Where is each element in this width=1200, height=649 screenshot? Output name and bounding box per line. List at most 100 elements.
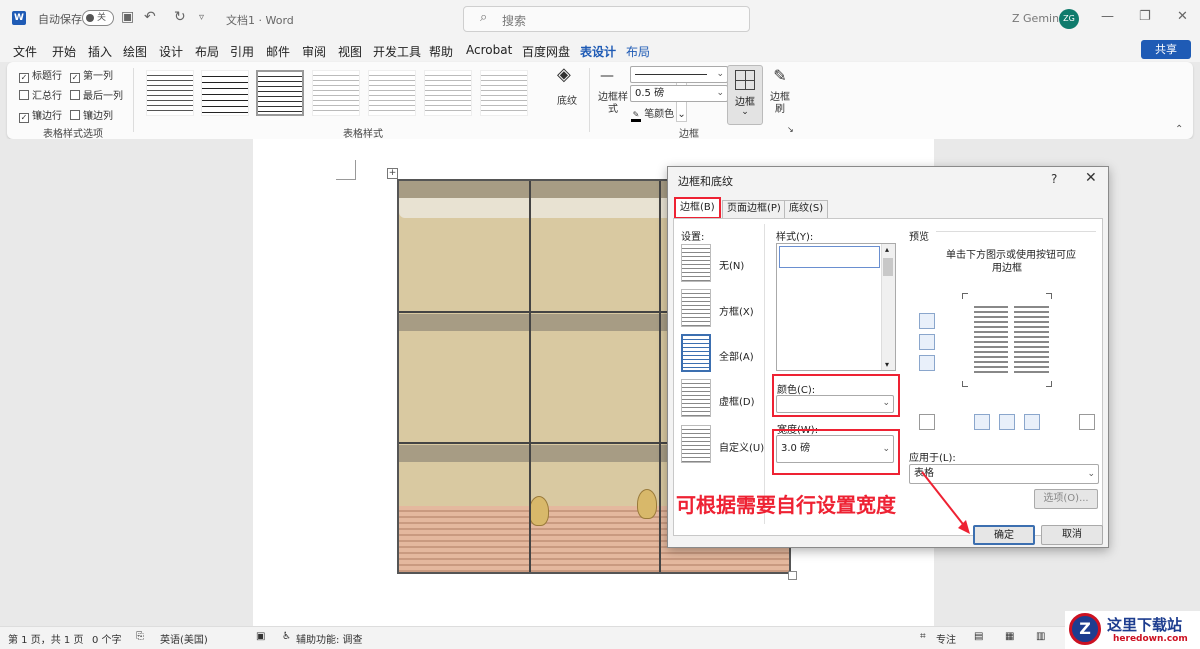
menu-review[interactable]: 审阅 [302, 43, 326, 60]
menu-table-layout[interactable]: 布局 [626, 43, 650, 60]
checkbox-last-column[interactable]: 最后一列 [70, 87, 123, 102]
table-resize-handle[interactable] [788, 571, 797, 580]
macro-icon[interactable]: ▣ [256, 631, 265, 642]
menu-developer[interactable]: 开发工具 [373, 43, 421, 60]
pen-color-button[interactable]: ✎ 笔颜色 ⌄ [631, 105, 686, 122]
menu-home[interactable]: 开始 [52, 43, 76, 60]
bottom-border-icon[interactable] [919, 355, 935, 371]
shading-bucket-icon[interactable]: ◈ [557, 64, 571, 85]
focus-icon[interactable]: ⌗ [920, 631, 926, 642]
inside-horizontal-border-icon[interactable] [919, 334, 935, 350]
separator [936, 231, 1096, 232]
setting-custom-label[interactable]: 自定义(U) [719, 439, 764, 454]
search-box[interactable]: ⌕ 搜索 [463, 6, 750, 32]
search-placeholder: 搜索 [502, 14, 527, 28]
table-style-option[interactable] [146, 70, 194, 116]
focus-label[interactable]: 专注 [936, 631, 956, 646]
redo-icon[interactable]: ↻ [174, 9, 186, 25]
diagonal-up-border-icon[interactable] [1079, 414, 1095, 430]
borders-button[interactable]: 边框 ⌄ [727, 65, 763, 125]
table-style-option-selected[interactable] [256, 70, 304, 116]
tab-shading[interactable]: 底纹(S) [784, 200, 829, 218]
table-style-option[interactable] [480, 70, 528, 116]
close-icon[interactable]: ✕ [1177, 9, 1188, 24]
checkbox-header-row[interactable]: ✓ 标题行 [19, 67, 62, 83]
minimize-icon[interactable]: — [1101, 9, 1114, 24]
checkbox-total-row[interactable]: 汇总行 [19, 87, 62, 102]
customize-qa-icon[interactable]: ▿ [199, 12, 204, 23]
line-style-item-selected[interactable] [779, 246, 880, 268]
page-count[interactable]: 第 1 页，共 1 页 [8, 631, 83, 646]
restore-icon[interactable]: ❐ [1139, 9, 1151, 24]
menu-layout[interactable]: 布局 [195, 43, 219, 60]
menu-design[interactable]: 设计 [159, 43, 183, 60]
setting-grid-label[interactable]: 虚框(D) [719, 393, 755, 408]
undo-icon[interactable]: ↶ [144, 9, 156, 25]
right-border-icon[interactable] [1024, 414, 1040, 430]
menu-draw[interactable]: 绘图 [123, 43, 147, 60]
table-style-option[interactable] [201, 70, 249, 116]
checkbox-banded-columns[interactable]: 镶边列 [70, 107, 113, 122]
search-icon: ⌕ [480, 10, 488, 25]
proofing-icon[interactable]: ⎘ [136, 631, 144, 642]
table-style-option[interactable] [424, 70, 472, 116]
autosave-toggle[interactable]: 关 [82, 10, 114, 26]
word-count[interactable]: 0 个字 [92, 631, 122, 646]
menu-baidu[interactable]: 百度网盘 [522, 43, 570, 60]
checkbox-banded-rows[interactable]: ✓ 镶边行 [19, 107, 62, 123]
setting-box-label[interactable]: 方框(X) [719, 303, 754, 318]
border-painter-label[interactable]: 边框刷 [769, 92, 791, 116]
setting-none-icon[interactable] [681, 244, 711, 282]
close-icon[interactable]: ✕ [1085, 170, 1097, 186]
dialog-launcher-icon[interactable]: ↘ [787, 125, 794, 134]
menu-file[interactable]: 文件 [13, 43, 37, 60]
collapse-ribbon-icon[interactable]: ⌃ [1175, 124, 1183, 135]
menu-view[interactable]: 视图 [338, 43, 362, 60]
list-scrollbar[interactable]: ▴ ▾ [881, 244, 895, 370]
tab-borders[interactable]: 边框(B) [674, 197, 721, 219]
shading-label[interactable]: 底纹 [557, 92, 577, 107]
line-style-combo[interactable]: ⌄ [630, 66, 728, 83]
menu-acrobat[interactable]: Acrobat [466, 43, 512, 57]
menu-references[interactable]: 引用 [230, 43, 254, 60]
table-move-handle-icon[interactable]: + [387, 168, 398, 179]
read-mode-icon[interactable]: ▤ [974, 631, 983, 642]
preview-diagram[interactable] [974, 303, 1049, 375]
language[interactable]: 英语(美国) [160, 631, 208, 646]
pen-weight-combo[interactable]: 0.5 磅 ⌄ [630, 85, 728, 102]
accessibility-icon[interactable]: ♿ [282, 631, 291, 642]
setting-all-label[interactable]: 全部(A) [719, 348, 754, 363]
table-style-option[interactable] [368, 70, 416, 116]
table-style-option[interactable] [312, 70, 360, 116]
border-styles-label[interactable]: 边框样式 [596, 92, 630, 116]
status-bar: 第 1 页，共 1 页 0 个字 ⎘ 英语(美国) ▣ ♿ 辅助功能: 调查 ⌗… [0, 626, 1200, 649]
setting-custom-icon[interactable] [681, 425, 711, 463]
setting-grid-icon[interactable] [681, 379, 711, 417]
save-icon[interactable]: ▣ [121, 9, 134, 25]
options-button[interactable]: 选项(O)... [1034, 489, 1098, 509]
border-styles-icon[interactable]: — [600, 68, 614, 84]
group-label-style-options: 表格样式选项 [43, 129, 103, 140]
accessibility-status[interactable]: 辅助功能: 调查 [296, 631, 363, 646]
diagonal-down-border-icon[interactable] [919, 414, 935, 430]
line-style-list[interactable]: ▴ ▾ [776, 243, 896, 371]
cancel-button[interactable]: 取消 [1041, 525, 1103, 545]
menu-insert[interactable]: 插入 [88, 43, 112, 60]
menu-help[interactable]: 帮助 [429, 43, 453, 60]
menu-table-design[interactable]: 表设计 [580, 43, 617, 64]
web-layout-icon[interactable]: ▥ [1036, 631, 1045, 642]
menu-mailings[interactable]: 邮件 [266, 43, 290, 60]
top-border-icon[interactable] [919, 313, 935, 329]
print-layout-icon[interactable]: ▦ [1005, 631, 1014, 642]
checkbox-first-column[interactable]: ✓ 第一列 [70, 67, 113, 83]
setting-all-icon[interactable] [681, 334, 711, 372]
avatar[interactable]: ZG [1059, 9, 1079, 29]
border-painter-icon[interactable]: ✎ [767, 66, 793, 85]
setting-box-icon[interactable] [681, 289, 711, 327]
inside-vertical-border-icon[interactable] [999, 414, 1015, 430]
share-button[interactable]: 共享 [1141, 40, 1191, 59]
left-border-icon[interactable] [974, 414, 990, 430]
help-icon[interactable]: ? [1051, 172, 1057, 186]
setting-none-label[interactable]: 无(N) [719, 257, 744, 272]
tab-page-border[interactable]: 页面边框(P) [722, 200, 786, 218]
